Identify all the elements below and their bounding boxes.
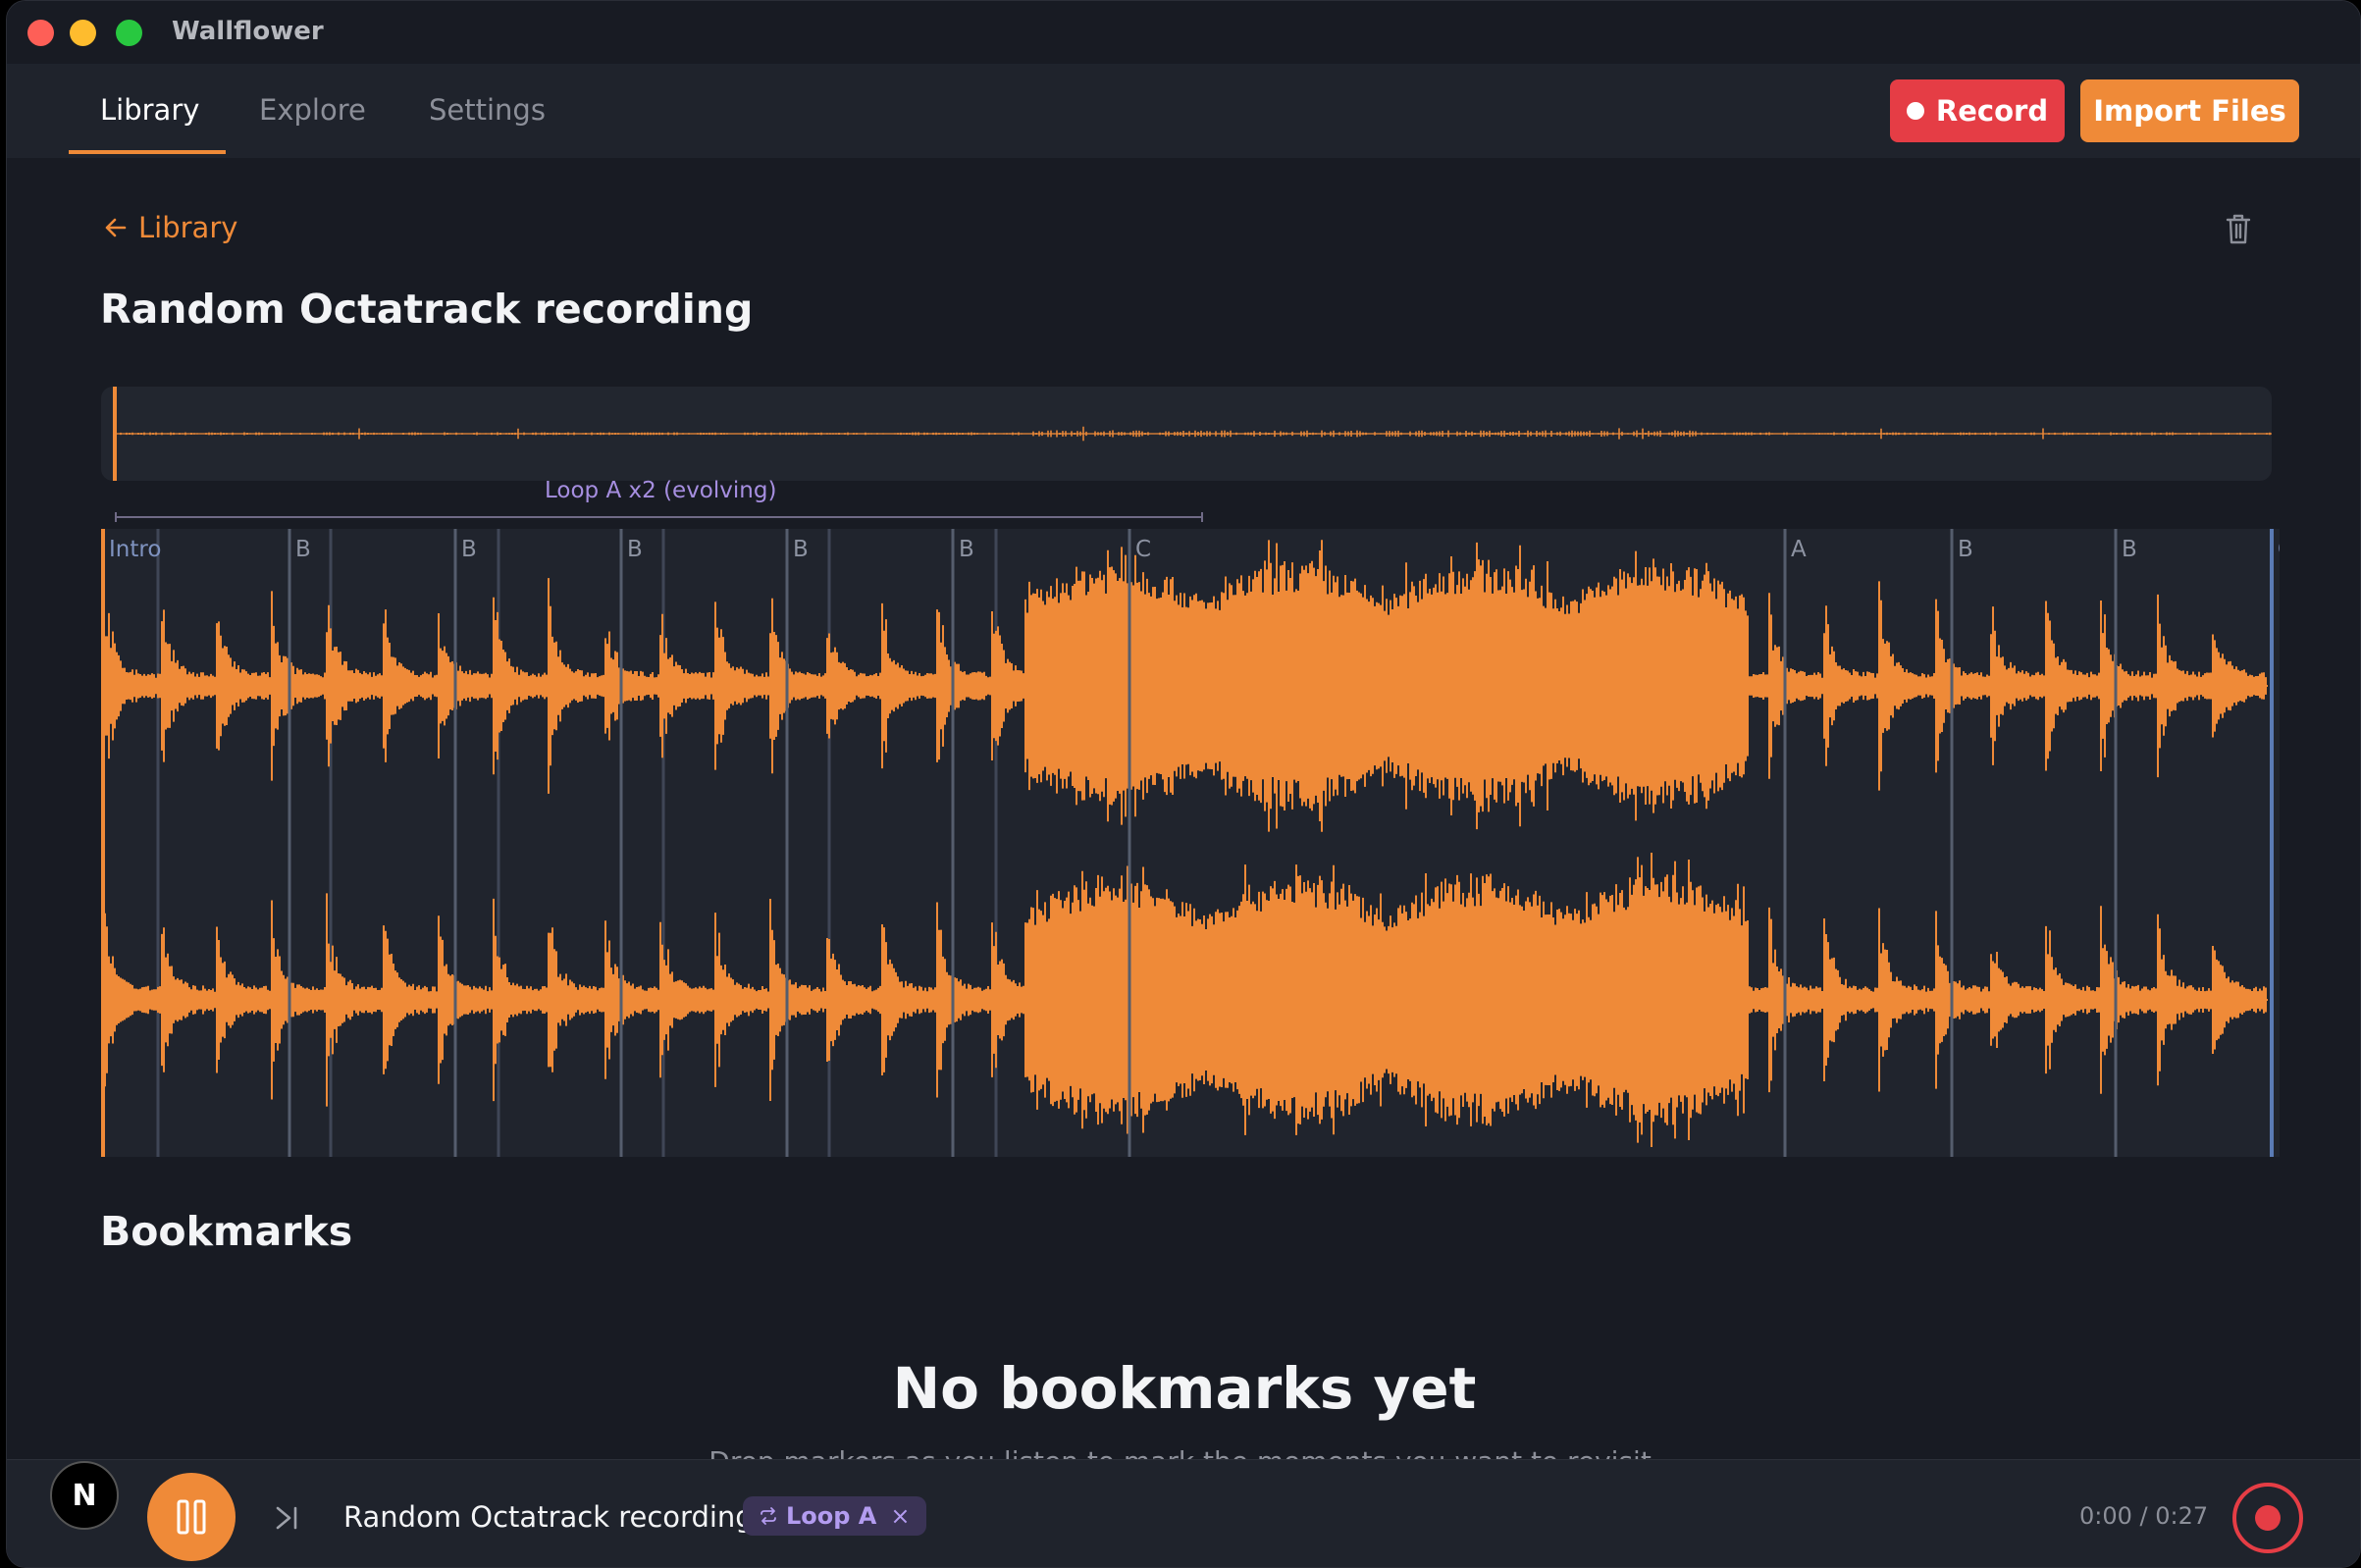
record-circle-icon: [2255, 1505, 2281, 1531]
record-button[interactable]: Record: [1890, 79, 2065, 142]
skip-forward-icon[interactable]: [270, 1500, 305, 1536]
section-marker-label[interactable]: C: [1135, 537, 1151, 562]
overview-playhead[interactable]: [113, 387, 117, 481]
loop-region-label[interactable]: Loop A x2 (evolving): [545, 478, 776, 503]
pause-button[interactable]: [147, 1473, 236, 1561]
trash-icon[interactable]: [2219, 209, 2258, 248]
zoom-window-button[interactable]: [116, 20, 142, 46]
n-badge-icon[interactable]: N: [50, 1461, 119, 1530]
pause-icon: [177, 1499, 206, 1535]
tab-explore[interactable]: Explore: [259, 93, 366, 127]
loop-chip-label: Loop A: [786, 1502, 877, 1530]
back-link-label: Library: [138, 211, 238, 244]
section-marker-label[interactable]: B: [793, 537, 809, 562]
top-navbar: Library Explore Settings Record Import F…: [7, 64, 2360, 158]
overview-waveform[interactable]: [101, 387, 2272, 481]
app-window: Wallflower Library Explore Settings Reco…: [6, 0, 2361, 1568]
section-marker-label[interactable]: B: [1958, 537, 1973, 562]
app-title: Wallflower: [172, 17, 324, 46]
playback-time: 0:00 / 0:27: [2079, 1502, 2209, 1530]
section-marker-label[interactable]: B: [295, 537, 311, 562]
section-marker-label[interactable]: A: [1791, 537, 1807, 562]
record-button-label: Record: [1935, 94, 2049, 128]
back-to-library-link[interactable]: Library: [103, 211, 237, 244]
now-playing-title: Random Octatrack recording: [343, 1500, 754, 1534]
bookmarks-heading: Bookmarks: [100, 1208, 353, 1255]
repeat-icon: [761, 1507, 776, 1525]
close-window-button[interactable]: [27, 20, 54, 46]
loop-chip-close-icon[interactable]: ×: [890, 1502, 910, 1530]
arrow-left-icon: [105, 218, 127, 237]
active-tab-indicator: [69, 150, 226, 154]
section-marker-label[interactable]: B: [959, 537, 974, 562]
section-marker-label[interactable]: B: [2122, 537, 2137, 562]
bookmarks-empty-title: No bookmarks yet: [892, 1355, 1477, 1422]
loop-region-bracket[interactable]: [115, 512, 1203, 522]
overview-waveform-svg: [113, 387, 2272, 481]
quick-record-button[interactable]: [2232, 1483, 2303, 1553]
minimize-window-button[interactable]: [70, 20, 96, 46]
main-waveform[interactable]: Intro B B B B B C A B B Outro: [101, 529, 2280, 1157]
section-marker-label[interactable]: B: [627, 537, 643, 562]
section-marker-label[interactable]: B: [461, 537, 477, 562]
import-files-label: Import Files: [2093, 94, 2286, 128]
import-files-button[interactable]: Import Files: [2080, 79, 2299, 142]
record-dot-icon: [1906, 102, 1924, 120]
main-waveform-svg: Intro B B B B B C A B B Outro: [101, 529, 2280, 1157]
title-bar: Wallflower: [7, 1, 2360, 64]
section-marker-label[interactable]: Outro: [2278, 537, 2280, 562]
tab-settings[interactable]: Settings: [429, 93, 546, 127]
tab-library[interactable]: Library: [100, 93, 199, 127]
section-marker-label[interactable]: Intro: [109, 537, 161, 562]
loop-chip[interactable]: Loop A ×: [743, 1496, 926, 1536]
recording-title: Random Octatrack recording: [100, 286, 754, 333]
